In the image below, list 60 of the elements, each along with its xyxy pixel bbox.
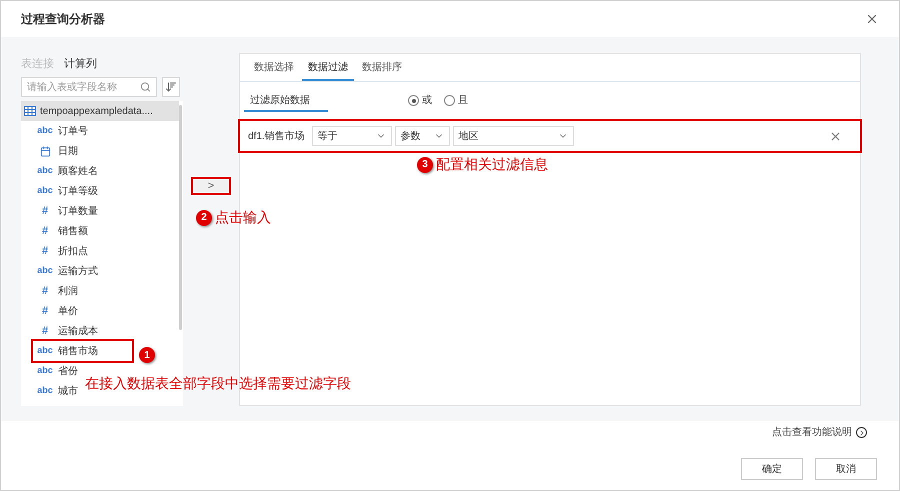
radio-button[interactable] [408, 95, 419, 106]
radio-label: 或 [422, 94, 432, 108]
field-item[interactable]: abc 订单等级 [33, 181, 100, 201]
text-type-icon: abc [35, 364, 55, 378]
field-item[interactable]: # 利润 [33, 281, 80, 301]
search-icon[interactable] [140, 81, 151, 93]
radio-label: 且 [458, 94, 468, 108]
number-type-icon: # [35, 282, 55, 300]
field-item[interactable]: abc 顾客姓名 [33, 161, 100, 181]
field-item[interactable]: abc 城市 [33, 381, 80, 401]
panel-tab[interactable]: 数据过滤 [302, 55, 354, 81]
dialog-button[interactable]: 取消 [815, 458, 877, 480]
help-link[interactable]: 点击查看功能说明 [772, 425, 867, 440]
number-type-icon: # [35, 202, 55, 220]
field-item[interactable]: # 销售额 [33, 221, 90, 241]
text-type-icon: abc [35, 384, 55, 398]
number-type-icon: # [35, 222, 55, 240]
text-type-icon: abc [35, 264, 55, 278]
field-item[interactable]: abc 省份 [33, 361, 80, 381]
radio-button[interactable] [444, 95, 455, 106]
sort-button[interactable] [162, 77, 180, 97]
dialog-button[interactable]: 确定 [741, 458, 803, 480]
field-item[interactable]: # 运输成本 [33, 321, 100, 341]
field-item[interactable]: abc 销售市场 [33, 341, 132, 361]
close-button[interactable] [865, 12, 879, 26]
field-item[interactable]: abc 运输方式 [33, 261, 100, 281]
field-item[interactable]: # 折扣点 [33, 241, 90, 261]
window-title: 过程查询分析器 [21, 11, 105, 28]
annotation-text: 配置相关过滤信息 [436, 155, 548, 174]
filter-subtab[interactable]: 过滤原始数据 [244, 90, 328, 112]
number-type-icon: # [35, 242, 55, 260]
field-item[interactable]: # 订单数量 [33, 201, 100, 221]
panel-tab[interactable]: 计算列 [64, 56, 97, 72]
calendar-icon [40, 146, 50, 156]
number-type-icon: # [35, 322, 55, 340]
annotation-text: 点击输入 [215, 208, 271, 227]
number-type-icon: # [35, 302, 55, 320]
panel-tab[interactable]: 数据选择 [248, 55, 300, 81]
add-field-button[interactable]: > [191, 177, 231, 195]
table-icon [24, 106, 36, 116]
table-tree-item[interactable]: tempoappexampledata.... [21, 101, 179, 121]
panel-tab[interactable]: 数据排序 [356, 55, 408, 81]
text-type-icon: abc [35, 164, 55, 178]
operator-select[interactable]: 等于 [312, 126, 392, 146]
source-select[interactable]: 参数 [394, 126, 450, 146]
field-label: df1.销售市场 [248, 130, 305, 144]
remove-condition-button[interactable] [829, 130, 842, 142]
text-type-icon: abc [35, 184, 55, 198]
close-icon [865, 12, 879, 26]
field-item[interactable]: abc 订单号 [33, 121, 90, 141]
field-item[interactable]: 日期 [33, 141, 80, 161]
close-icon [829, 130, 842, 142]
sort-icon [165, 81, 177, 93]
scrollbar[interactable] [179, 105, 182, 330]
search-field[interactable]: 请输入表或字段名称 [21, 77, 157, 97]
text-type-icon: abc [35, 124, 55, 138]
annotation-text: 在接入数据表全部字段中选择需要过滤字段 [85, 374, 351, 393]
text-type-icon: abc [35, 344, 55, 358]
field-item[interactable]: # 单价 [33, 301, 80, 321]
value-select[interactable]: 地区 [452, 126, 574, 146]
